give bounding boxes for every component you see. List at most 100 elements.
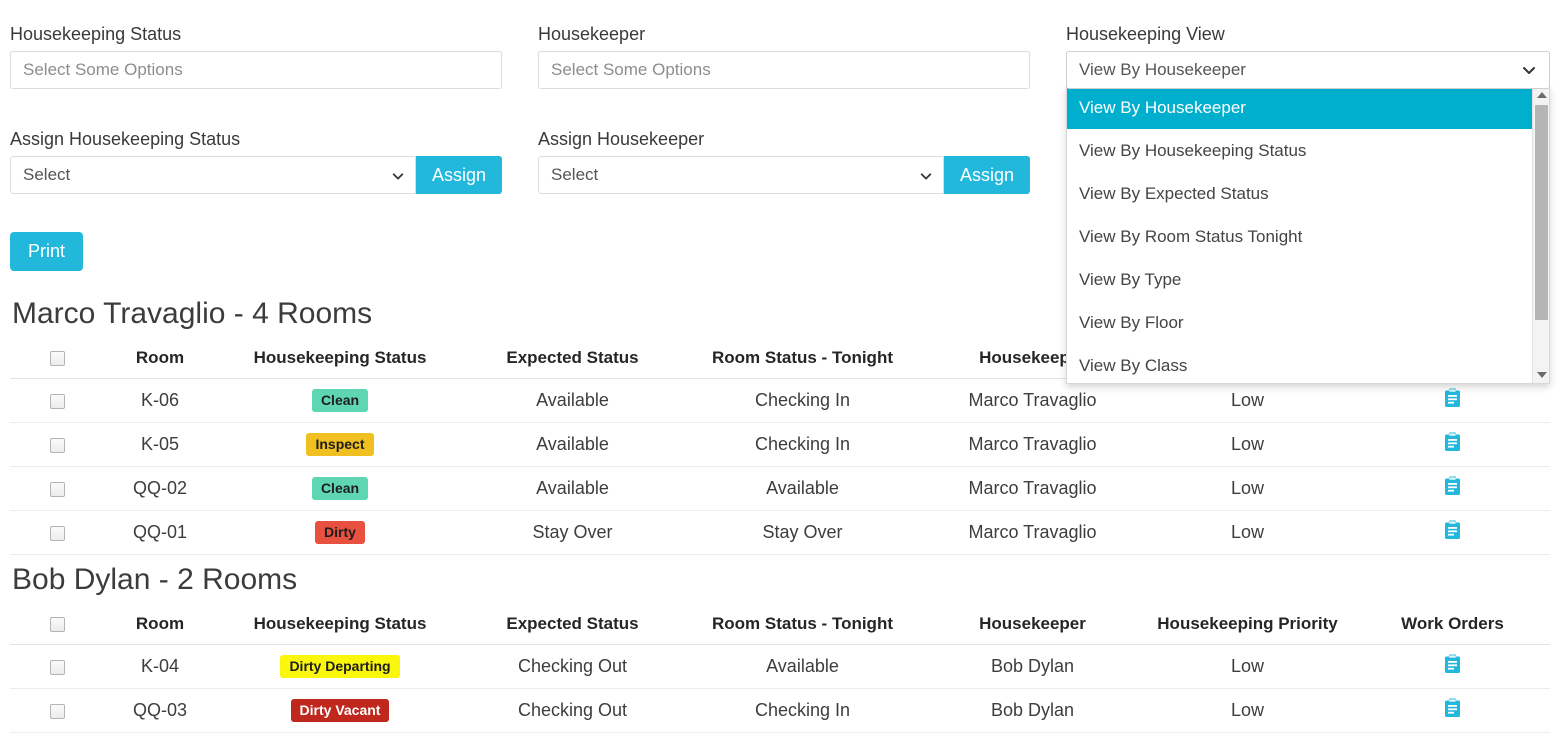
housekeeping-status-cell: Dirty (215, 510, 465, 555)
expected-status-cell: Stay Over (465, 510, 680, 555)
housekeeper-group: Bob Dylan - 2 Rooms Room Housekeeping Stat… (10, 562, 1550, 733)
work-orders-cell (1355, 510, 1550, 555)
housekeeping-view-option[interactable]: View By Class (1067, 344, 1532, 383)
housekeeping-status-cell: Inspect (215, 422, 465, 467)
housekeeping-view-select[interactable]: View By Housekeeper (1066, 51, 1550, 89)
scroll-down-arrow-icon[interactable] (1533, 366, 1550, 383)
housekeeping-status-multiselect[interactable]: Select Some Options (10, 51, 502, 89)
room-cell: QQ-03 (105, 688, 215, 733)
assign-housekeeper-label: Assign Housekeeper (538, 129, 705, 149)
select-all-checkbox[interactable] (50, 351, 65, 367)
column-header: Room (105, 606, 215, 645)
row-checkbox[interactable] (50, 437, 65, 453)
room-status-tonight-cell: Checking In (680, 422, 925, 467)
housekeeping-priority-cell: Low (1140, 644, 1355, 689)
housekeeping-view-option-list: View By Housekeeper View By Housekeeping … (1067, 86, 1532, 383)
expected-status-cell: Available (465, 422, 680, 467)
work-orders-cell (1355, 422, 1550, 467)
column-header: Expected Status (465, 606, 680, 645)
column-header: Expected Status (465, 340, 680, 379)
row-checkbox[interactable] (50, 481, 65, 497)
column-header: Room Status - Tonight (680, 606, 925, 645)
row-checkbox[interactable] (50, 525, 65, 541)
status-badge: Clean (311, 477, 369, 500)
status-badge: Inspect (306, 433, 374, 456)
dropdown-scrollbar[interactable] (1532, 86, 1549, 383)
housekeeper-cell: Marco Travaglio (925, 378, 1140, 423)
room-cell: QQ-01 (105, 510, 215, 555)
room-status-tonight-cell: Checking In (680, 688, 925, 733)
assign-housekeeping-status-button[interactable]: Assign (415, 156, 502, 194)
group-title: Bob Dylan - 2 Rooms (12, 563, 298, 596)
status-badge: Dirty Vacant (290, 699, 390, 722)
housekeeper-placeholder: Select Some Options (551, 60, 711, 79)
housekeeping-view-label: Housekeeping View (1066, 24, 1225, 44)
assign-housekeeper-value: Select (551, 165, 599, 184)
expected-status-cell: Checking Out (465, 688, 680, 733)
housekeeping-priority-cell: Low (1140, 422, 1355, 467)
work-orders-cell (1355, 644, 1550, 689)
housekeeping-status-cell: Dirty Departing (215, 644, 465, 689)
clipboard-icon[interactable] (1444, 654, 1461, 674)
room-cell: K-06 (105, 378, 215, 423)
row-checkbox[interactable] (50, 393, 65, 409)
chevron-down-icon (391, 168, 405, 182)
housekeeping-view-value: View By Housekeeper (1079, 60, 1246, 79)
status-badge: Clean (311, 389, 369, 412)
row-select-cell (10, 378, 105, 423)
assign-housekeeping-status-label: Assign Housekeeping Status (10, 129, 241, 149)
status-badge: Dirty (315, 521, 365, 544)
housekeeping-view-option[interactable]: View By Floor (1067, 301, 1532, 344)
expected-status-cell: Available (465, 378, 680, 423)
expected-status-cell: Checking Out (465, 644, 680, 689)
row-checkbox[interactable] (50, 703, 65, 719)
assign-housekeeper-select[interactable]: Select (538, 156, 944, 194)
column-header: Room (105, 340, 215, 379)
clipboard-icon[interactable] (1444, 520, 1461, 540)
table-row: K-05 Inspect Available Checking In Marco Tra… (10, 422, 1550, 467)
housekeeping-priority-cell: Low (1140, 466, 1355, 511)
housekeeping-view-option[interactable]: View By Type (1067, 258, 1532, 301)
select-all-checkbox[interactable] (50, 617, 65, 633)
housekeeping-view-option[interactable]: View By Housekeeper (1067, 86, 1532, 129)
column-header: Housekeeping Status (215, 340, 465, 379)
housekeeper-filter-group: Housekeeper Select Some Options (538, 23, 1030, 89)
housekeeper-cell: Marco Travaglio (925, 510, 1140, 555)
column-header: Room Status - Tonight (680, 340, 925, 379)
clipboard-icon[interactable] (1444, 476, 1461, 496)
housekeeping-view-group: Housekeeping View View By Housekeeper (1066, 23, 1550, 89)
clipboard-icon[interactable] (1444, 388, 1461, 408)
housekeeping-status-placeholder: Select Some Options (23, 60, 183, 79)
housekeeping-priority-cell: Low (1140, 378, 1355, 423)
row-checkbox[interactable] (50, 659, 65, 675)
assign-housekeeping-status-value: Select (23, 165, 71, 184)
clipboard-icon[interactable] (1444, 432, 1461, 452)
room-cell: K-04 (105, 644, 215, 689)
housekeeping-status-cell: Clean (215, 378, 465, 423)
room-status-tonight-cell: Available (680, 644, 925, 689)
housekeeper-multiselect[interactable]: Select Some Options (538, 51, 1030, 89)
housekeeper-label: Housekeeper (538, 24, 646, 44)
scrollbar-thumb[interactable] (1535, 105, 1548, 320)
row-select-cell (10, 466, 105, 511)
housekeeping-view-option[interactable]: View By Room Status Tonight (1067, 215, 1532, 258)
column-header: Housekeeping Priority (1140, 606, 1355, 645)
column-header: Housekeeper (925, 606, 1140, 645)
table-row: QQ-02 Clean Available Available Marco Travag… (10, 466, 1550, 511)
assign-housekeeper-button[interactable]: Assign (943, 156, 1030, 194)
assign-housekeeping-status-select[interactable]: Select (10, 156, 416, 194)
assign-housekeeping-status-group: Assign Housekeeping Status Select Assign (10, 128, 502, 194)
clipboard-icon[interactable] (1444, 698, 1461, 718)
housekeeping-status-cell: Clean (215, 466, 465, 511)
housekeeping-view-dropdown[interactable]: View By Housekeeper View By Housekeeping … (1066, 86, 1550, 384)
housekeeping-priority-cell: Low (1140, 688, 1355, 733)
housekeeping-view-option[interactable]: View By Expected Status (1067, 172, 1532, 215)
select-all-header (10, 340, 105, 379)
print-button[interactable]: Print (10, 232, 84, 271)
housekeeping-view-option[interactable]: View By Housekeeping Status (1067, 129, 1532, 172)
work-orders-cell (1355, 378, 1550, 423)
table-header-row: Room Housekeeping Status Expected Status Ro… (10, 606, 1550, 645)
expected-status-cell: Available (465, 466, 680, 511)
column-header: Housekeeping Status (215, 606, 465, 645)
work-orders-cell (1355, 466, 1550, 511)
